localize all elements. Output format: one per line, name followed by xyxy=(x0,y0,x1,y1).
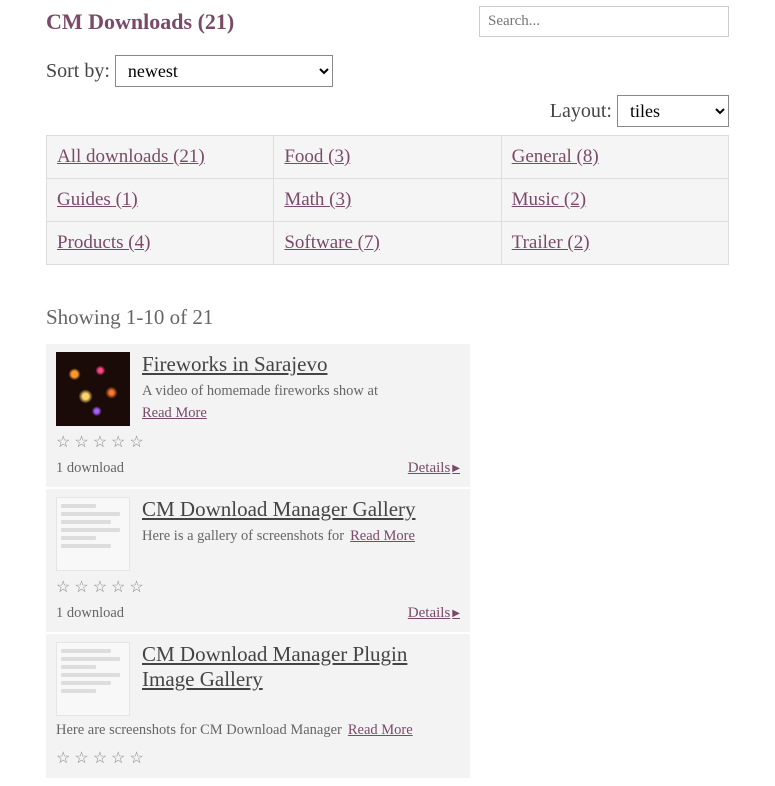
sort-select[interactable]: newest xyxy=(115,55,333,87)
item-description: A video of homemade fireworks show at xyxy=(142,381,460,403)
page-title: CM Downloads (21) xyxy=(46,9,234,35)
category-link[interactable]: Products (4) xyxy=(57,232,150,253)
category-link[interactable]: Trailer (2) xyxy=(512,232,590,253)
item-description: Here are screenshots for CM Download Man… xyxy=(56,720,460,742)
layout-select[interactable]: tiles xyxy=(617,95,729,127)
chevron-right-icon: ▶ xyxy=(452,608,460,619)
item-title-link[interactable]: Fireworks in Sarajevo xyxy=(142,352,327,377)
item-description: Here is a gallery of screenshots forRead… xyxy=(142,526,460,548)
chevron-right-icon: ▶ xyxy=(452,463,460,474)
item-thumbnail xyxy=(56,352,130,426)
item-thumbnail xyxy=(56,642,130,716)
category-link[interactable]: General (8) xyxy=(512,146,599,167)
list-item: Fireworks in Sarajevo A video of homemad… xyxy=(46,344,470,487)
list-item: CM Download Manager Gallery Here is a ga… xyxy=(46,489,470,632)
details-link[interactable]: Details▶ xyxy=(408,605,460,622)
showing-count: Showing 1-10 of 21 xyxy=(46,305,729,330)
category-link[interactable]: Music (2) xyxy=(512,189,586,210)
item-title-link[interactable]: CM Download Manager Gallery xyxy=(142,497,416,522)
rating-stars[interactable]: ☆☆☆☆☆ xyxy=(56,432,460,452)
category-link[interactable]: Software (7) xyxy=(284,232,380,253)
read-more-link[interactable]: Read More xyxy=(350,528,415,544)
category-link[interactable]: Food (3) xyxy=(284,146,350,167)
details-link[interactable]: Details▶ xyxy=(408,460,460,477)
sort-label: Sort by: xyxy=(46,60,110,82)
list-item: CM Download Manager Plugin Image Gallery… xyxy=(46,634,470,778)
category-table: All downloads (21) Food (3) General (8) … xyxy=(46,135,729,265)
category-link[interactable]: Guides (1) xyxy=(57,189,138,210)
item-thumbnail xyxy=(56,497,130,571)
category-link[interactable]: All downloads (21) xyxy=(57,146,205,167)
rating-stars[interactable]: ☆☆☆☆☆ xyxy=(56,577,460,597)
read-more-link[interactable]: Read More xyxy=(142,405,460,422)
read-more-link[interactable]: Read More xyxy=(348,722,413,738)
download-count: 1 download xyxy=(56,460,124,477)
category-link[interactable]: Math (3) xyxy=(284,189,351,210)
download-count: 1 download xyxy=(56,605,124,622)
search-input[interactable] xyxy=(479,6,729,37)
item-title-link[interactable]: CM Download Manager Plugin Image Gallery xyxy=(142,642,460,692)
layout-label: Layout: xyxy=(550,100,612,122)
